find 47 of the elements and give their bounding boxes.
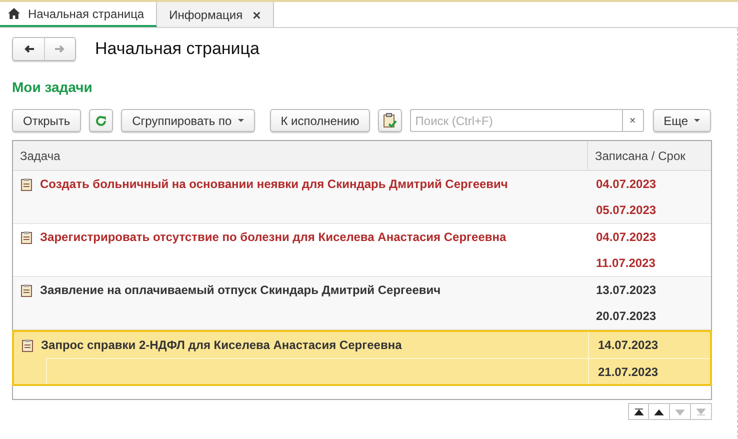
due-date: 05.07.2023 [596, 203, 656, 217]
due-date: 21.07.2023 [598, 364, 658, 378]
due-date: 20.07.2023 [596, 309, 656, 323]
refresh-button[interactable] [89, 109, 114, 132]
page-title: Начальная страница [95, 39, 260, 59]
open-button[interactable]: Открыть [12, 109, 82, 132]
clipboard-icon [22, 338, 33, 352]
search-field[interactable]: Поиск (Ctrl+F) [410, 109, 622, 132]
more-dropdown[interactable]: Еще [652, 109, 711, 132]
triangle-icon [654, 408, 664, 416]
scroll-first-button[interactable] [628, 403, 649, 420]
table-row[interactable]: Запрос справки 2-НДФЛ для Киселева Анастасия Сергеевна 14.07.2023 21.07.2023 [12, 330, 712, 386]
task-title: Создать больничный на основании неявки для Скиндарь Дмитрий Сергеевич [40, 177, 508, 191]
clipboard-icon [21, 178, 32, 190]
section-title: Мои задачи [12, 79, 94, 96]
task-title: Зарегистрировать отсутствие по болезни для Киселева Анастасия Сергеевна [40, 230, 506, 244]
scroll-up-button[interactable] [649, 403, 670, 420]
recorded-date: 13.07.2023 [596, 283, 656, 297]
recorded-date: 04.07.2023 [596, 230, 656, 244]
column-header[interactable]: Записана / Срок [587, 141, 711, 170]
refresh-icon [95, 114, 108, 126]
group-by-dropdown[interactable]: Сгруппировать по [121, 109, 255, 132]
tab[interactable]: Начальная страница [0, 2, 158, 27]
close-icon[interactable]: × [252, 6, 261, 22]
bar-triangle-icon [696, 408, 706, 416]
clear-icon[interactable]: × [622, 109, 644, 132]
home-icon [8, 8, 20, 19]
execute-button[interactable]: К исполнению [270, 109, 370, 132]
back-arrow-icon [22, 44, 34, 54]
task-title: Заявление на оплачиваемый отпуск Скиндарь Дмитрий Сергеевич [40, 283, 441, 297]
bar-triangle-icon [634, 408, 644, 416]
caret-icon [238, 119, 244, 122]
task-title: Запрос справки 2-НДФЛ для Киселева Анастасия Сергеевна [41, 338, 402, 352]
clipboard-button[interactable] [378, 109, 402, 132]
table-row[interactable]: Заявление на оплачиваемый отпуск Скиндарь Дмитрий Сергеевич 13.07.2023 20.07.2023 [13, 277, 711, 330]
triangle-icon [675, 408, 685, 416]
forward-arrow-icon [54, 44, 66, 54]
due-date: 11.07.2023 [596, 256, 656, 270]
column-header[interactable]: Задача [13, 141, 587, 170]
tab[interactable]: Информация × [157, 2, 274, 27]
recorded-date: 14.07.2023 [598, 338, 658, 352]
recorded-date: 04.07.2023 [596, 177, 656, 191]
clipboard-icon [21, 284, 32, 296]
clipboard-check-icon [383, 112, 398, 128]
caret-icon [694, 119, 700, 122]
table-row[interactable]: Создать больничный на основании неявки для Скиндарь Дмитрий Сергеевич 04.07.2023 05.07.2023 [13, 171, 711, 224]
clipboard-icon [21, 230, 32, 244]
